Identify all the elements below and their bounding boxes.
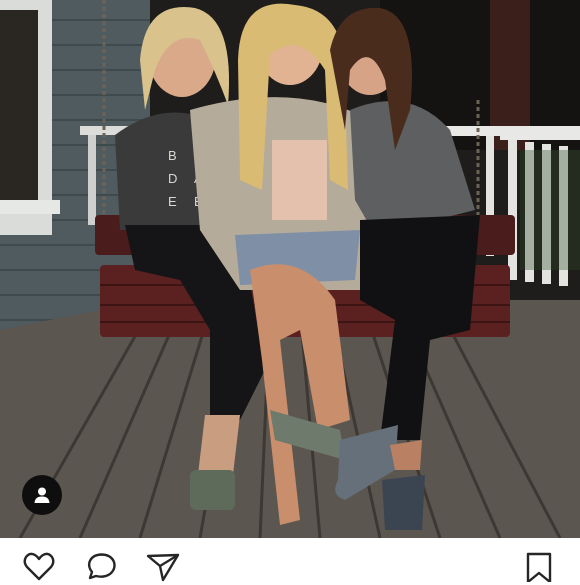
tag-people-button[interactable] <box>22 475 62 515</box>
share-button[interactable] <box>146 552 180 582</box>
post-photo[interactable]: BE DA EE <box>0 0 580 538</box>
post-action-bar <box>0 538 580 584</box>
heart-icon <box>23 552 55 581</box>
comment-button[interactable] <box>85 552 119 582</box>
save-button[interactable] <box>524 552 558 584</box>
person-icon <box>34 487 50 503</box>
svg-text:D: D <box>168 171 177 186</box>
svg-text:B: B <box>168 148 177 163</box>
share-icon <box>146 553 180 582</box>
comment-icon <box>87 553 116 580</box>
bookmark-icon <box>526 552 552 584</box>
porch-swing-photo: BE DA EE <box>0 0 580 538</box>
like-button[interactable] <box>22 552 56 582</box>
svg-text:E: E <box>168 194 177 209</box>
